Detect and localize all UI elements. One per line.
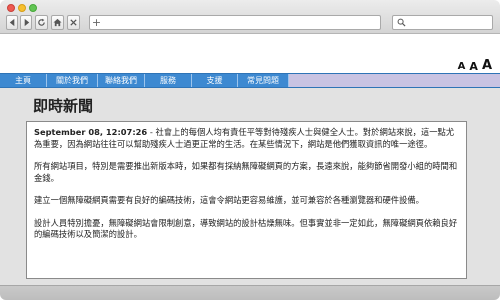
font-size-small-button[interactable]: A [458,62,466,72]
stop-button[interactable] [67,15,80,30]
font-size-controls: A A A [458,58,492,72]
window-minimize-icon[interactable] [18,4,26,12]
window-close-icon[interactable] [7,4,15,12]
menu-item-services[interactable]: 服務 [145,74,192,87]
arrow-left-icon [9,18,14,27]
menu-filler [289,74,500,87]
menu-item-about[interactable]: 關於我們 [47,74,98,87]
home-button[interactable] [51,15,64,30]
close-icon [70,19,77,26]
news-box: September 08, 12:07:26 - 社會上的每個人均有責任平等對待… [26,121,467,279]
search-input[interactable] [392,15,493,30]
address-bar[interactable] [89,15,381,30]
page-title: 即時新聞 [33,97,94,115]
search-icon [397,18,406,27]
home-icon [53,18,62,27]
news-timestamp: September 08, 12:07:26 [34,127,148,137]
news-paragraph: 所有網站項目，特別是需要推出新版本時，如果都有採納無障礙網頁的方案，長遠來說，能… [34,161,458,183]
news-paragraph: 建立一個無障礙網頁需要有良好的編碼技術，這會令網站更容易維護，並可兼容於各種瀏覽… [34,195,424,205]
content-area: 即時新聞 September 08, 12:07:26 - 社會上的每個人均有責… [0,88,500,285]
menu-item-support[interactable]: 支援 [192,74,238,87]
new-tab-button[interactable]: + [91,17,102,28]
menu-item-home[interactable]: 主頁 [0,74,47,87]
status-bar [0,285,500,300]
main-menu: 主頁 關於我們 聯絡我們 服務 支援 常見問題 [0,73,500,88]
news-paragraph: 設計人員特別擔憂，無障礙網站會限制創意，導致網站的設計枯燥無味。但事實並非一定如… [34,217,458,240]
back-button[interactable] [6,15,18,30]
forward-button[interactable] [20,15,32,30]
arrow-right-icon [24,18,29,27]
menu-item-faq[interactable]: 常見問題 [238,74,289,87]
news-paragraph: September 08, 12:07:26 - 社會上的每個人均有責任平等對待… [34,127,459,150]
window-maximize-icon[interactable] [29,4,37,12]
font-size-large-button[interactable]: A [482,59,492,72]
font-size-medium-button[interactable]: A [469,61,478,72]
reload-icon [38,18,45,26]
browser-chrome: + [0,0,500,34]
reload-button[interactable] [35,15,48,30]
menu-item-contact[interactable]: 聯絡我們 [98,74,145,87]
